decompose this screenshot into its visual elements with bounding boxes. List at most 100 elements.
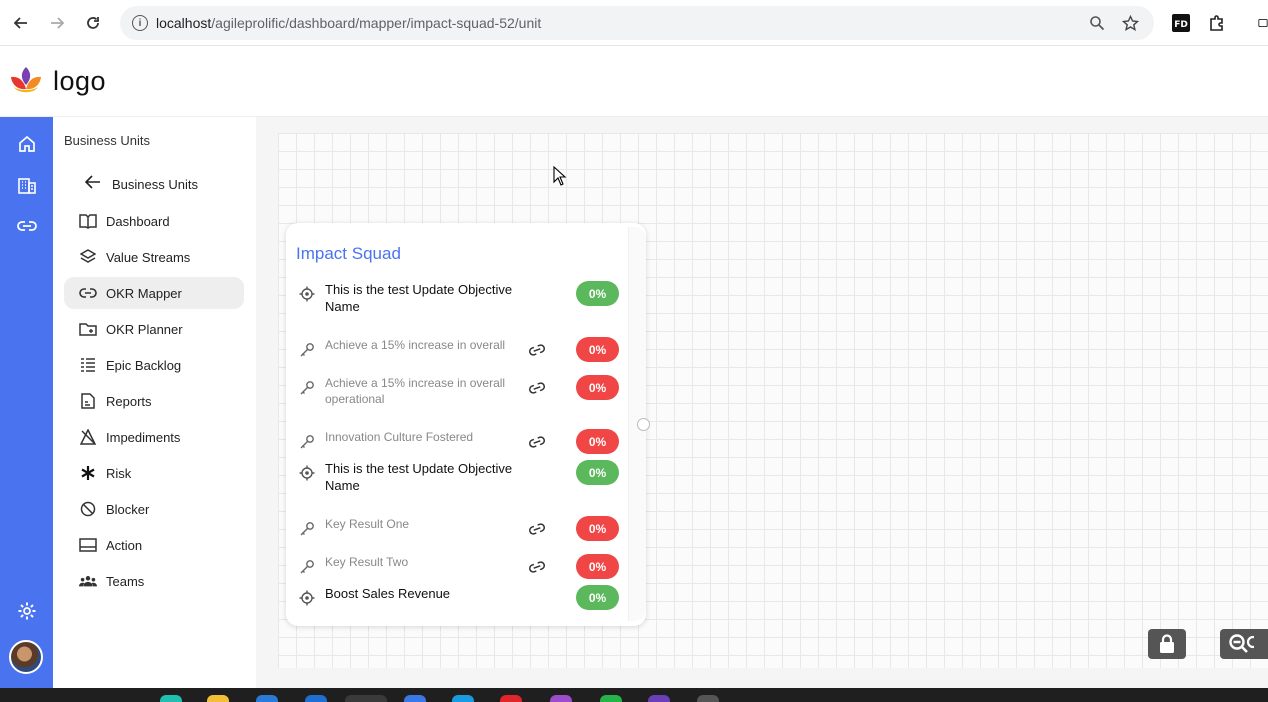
sidebar-item-label: Teams	[106, 573, 145, 589]
key-icon	[298, 433, 316, 451]
taskbar-app-icon[interactable]	[550, 695, 572, 702]
url-host: localhost	[156, 15, 212, 31]
link-icon[interactable]	[528, 558, 546, 576]
progress-badge: 0%	[576, 460, 619, 485]
progress-badge: 0%	[576, 337, 619, 362]
site-info-icon[interactable]: i	[132, 15, 148, 31]
progress-badge: 0%	[576, 516, 619, 541]
link-icon[interactable]	[528, 379, 546, 397]
taskbar-app-icon[interactable]	[305, 695, 327, 702]
sidebar-item-label: Dashboard	[106, 213, 170, 229]
sidebar-title: Business Units	[64, 133, 150, 148]
target-icon	[298, 464, 316, 482]
backlog-icon	[79, 356, 97, 374]
objective-text: Boost Sales Revenue	[325, 586, 451, 601]
link-icon[interactable]	[16, 215, 38, 237]
sidebar-item-okr-mapper[interactable]: OKR Mapper	[64, 277, 244, 309]
zoom-out-icon	[1229, 634, 1254, 653]
teams-icon	[79, 572, 97, 590]
objective-text: This is the test Update Objective Name	[325, 282, 513, 314]
sidebar-item-reports[interactable]: Reports	[64, 385, 244, 417]
sidebar-item-label: Risk	[106, 465, 132, 481]
taskbar-app-icon[interactable]	[452, 695, 474, 702]
link-icon[interactable]	[528, 520, 546, 538]
folder-icon[interactable]	[207, 695, 229, 702]
link-icon[interactable]	[528, 433, 546, 451]
sidebar-item-impediments[interactable]: Impediments	[64, 421, 244, 453]
key-icon	[298, 558, 316, 576]
folder-icon	[79, 320, 97, 338]
sidebar-item-dashboard[interactable]: Dashboard	[64, 205, 244, 237]
action-icon	[79, 536, 97, 554]
logo-icon	[9, 65, 43, 97]
key-result-text: Key Result Two	[325, 555, 409, 569]
taskbar-app-icon[interactable]	[160, 695, 182, 702]
taskbar-app-icon[interactable]	[256, 695, 278, 702]
target-icon	[298, 589, 316, 607]
progress-badge: 0%	[576, 375, 619, 400]
sidebar-item-epic-backlog[interactable]: Epic Backlog	[64, 349, 244, 381]
sidebar-item-label: OKR Planner	[106, 321, 183, 337]
extensions-puzzle-icon[interactable]	[1206, 12, 1228, 34]
zoom-icon[interactable]	[1088, 14, 1106, 32]
sidebar-item-label: OKR Mapper	[106, 285, 182, 301]
os-taskbar	[0, 688, 1268, 702]
lock-icon	[1160, 634, 1174, 653]
reload-icon[interactable]	[81, 11, 105, 35]
building-icon[interactable]	[16, 174, 38, 196]
key-result-text: Achieve a 15% increase in overall	[325, 338, 506, 352]
back-to-business-units-link[interactable]: Business Units	[84, 174, 198, 194]
key-icon	[298, 341, 316, 359]
address-bar[interactable]: i localhost/agileprolific/dashboard/mapp…	[120, 6, 1154, 40]
sidebar-item-action[interactable]: Action	[64, 529, 244, 561]
sidebar-item-label: Blocker	[106, 501, 150, 517]
layers-icon	[79, 248, 97, 266]
sidebar-item-label: Epic Backlog	[106, 357, 182, 373]
url-path: /agileprolific/dashboard/mapper/impact-s…	[211, 15, 542, 31]
blocker-icon	[79, 500, 97, 518]
sidebar-item-blocker[interactable]: Blocker	[64, 493, 244, 525]
svg-text:FD: FD	[1174, 20, 1188, 30]
extension-fd-icon[interactable]: FD	[1170, 12, 1192, 34]
back-arrow-icon	[84, 174, 101, 194]
key-icon	[298, 520, 316, 538]
key-result-text: Innovation Culture Fostered	[325, 430, 474, 444]
taskbar-app-icon[interactable]	[648, 695, 670, 702]
forward-arrow-icon[interactable]	[45, 11, 69, 35]
target-icon	[298, 285, 316, 303]
link-icon[interactable]	[528, 341, 546, 359]
taskbar-app-icon[interactable]	[345, 695, 387, 702]
sidebar-item-label: Value Streams	[106, 249, 191, 265]
objective-text: This is the test Update Objective Name	[325, 461, 513, 493]
link-icon	[79, 284, 97, 302]
asterisk-icon	[79, 464, 97, 482]
progress-badge: 0%	[576, 585, 619, 610]
sidebar-item-label: Impediments	[106, 429, 181, 445]
bookmark-star-icon[interactable]	[1121, 14, 1139, 32]
side-panel-icon[interactable]	[1258, 12, 1268, 34]
zoom-out-button[interactable]	[1220, 629, 1268, 659]
sidebar-item-teams[interactable]: Teams	[64, 565, 244, 597]
taskbar-app-icon[interactable]	[500, 695, 522, 702]
sidebar-item-okr-planner[interactable]: OKR Planner	[64, 313, 244, 345]
taskbar-app-icon[interactable]	[404, 695, 426, 702]
connection-handle[interactable]	[637, 418, 650, 431]
sidebar-item-label: Reports	[106, 393, 152, 409]
taskbar-app-icon[interactable]	[600, 695, 622, 702]
browser-toolbar: i localhost/agileprolific/dashboard/mapp…	[0, 0, 1268, 46]
app-header: logo	[0, 46, 1268, 117]
back-arrow-icon[interactable]	[9, 11, 33, 35]
sidebar-item-risk[interactable]: Risk	[64, 457, 244, 489]
sidebar-item-value-streams[interactable]: Value Streams	[64, 241, 244, 273]
taskbar-app-icon[interactable]	[697, 695, 719, 702]
sidebar: Business Units Business Units Dashboard …	[53, 117, 256, 688]
mouse-cursor-icon	[553, 165, 567, 191]
sidebar-item-label: Action	[106, 537, 143, 553]
user-avatar[interactable]	[9, 640, 43, 674]
settings-gear-icon[interactable]	[16, 600, 38, 622]
key-result-text: Key Result One	[325, 517, 410, 531]
icon-rail	[0, 117, 53, 688]
home-icon[interactable]	[16, 133, 38, 155]
lock-button[interactable]	[1148, 629, 1186, 659]
key-result-text: Achieve a 15% increase in overall operat…	[325, 376, 506, 406]
